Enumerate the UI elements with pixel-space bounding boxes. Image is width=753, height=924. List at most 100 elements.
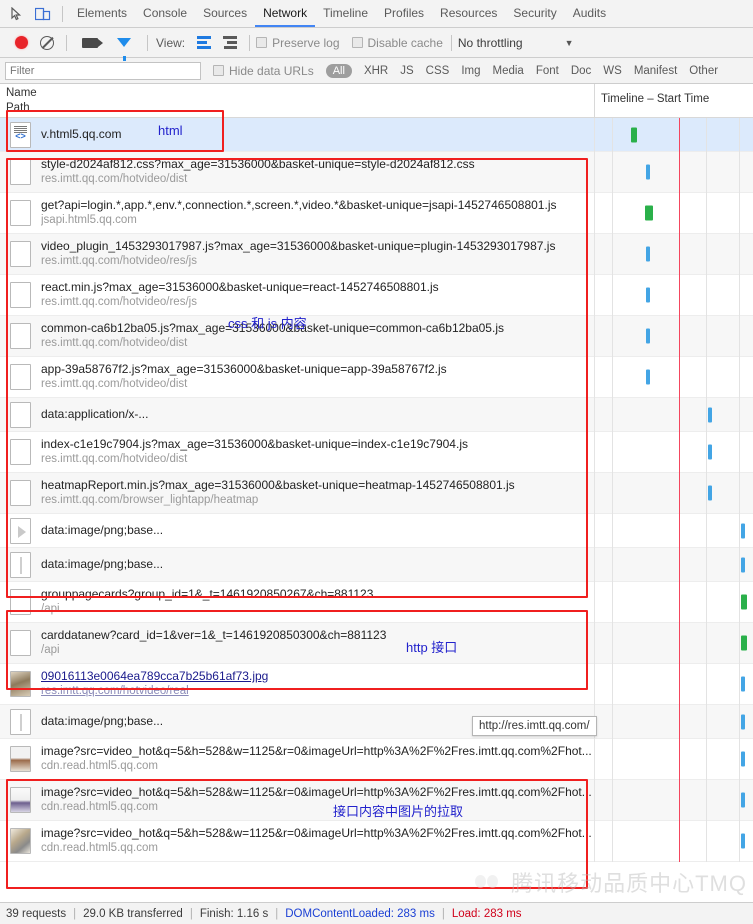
tab-security[interactable]: Security <box>505 0 564 27</box>
record-button-icon[interactable] <box>8 31 34 55</box>
table-row[interactable]: style-d2024af812.css?max_age=31536000&ba… <box>0 151 753 193</box>
request-name[interactable]: data:image/png;base... <box>41 557 594 572</box>
status-divider: | <box>189 907 193 920</box>
table-row[interactable]: image?src=video_hot&q=5&h=528&w=1125&r=0… <box>0 820 753 862</box>
toolbar-divider-3 <box>249 34 251 51</box>
request-name[interactable]: data:application/x-... <box>41 407 594 422</box>
request-name[interactable]: heatmapReport.min.js?max_age=31536000&ba… <box>41 478 594 493</box>
request-name[interactable]: video_plugin_1453293017987.js?max_age=31… <box>41 239 594 254</box>
request-name[interactable]: get?api=login.*,app.*,env.*,connection.*… <box>41 198 594 213</box>
camera-icon[interactable] <box>77 31 103 55</box>
table-row[interactable]: get?api=login.*,app.*,env.*,connection.*… <box>0 192 753 234</box>
request-name-cell[interactable]: v.html5.qq.com <box>0 117 595 152</box>
timeline-bar <box>646 246 650 262</box>
request-name-cell[interactable]: style-d2024af812.css?max_age=31536000&ba… <box>0 151 595 193</box>
request-name[interactable]: index-c1e19c7904.js?max_age=31536000&bas… <box>41 437 594 452</box>
request-name-cell[interactable]: app-39a58767f2.js?max_age=31536000&baske… <box>0 356 595 398</box>
request-name[interactable]: image?src=video_hot&q=5&h=528&w=1125&r=0… <box>41 826 594 841</box>
request-name-cell[interactable]: get?api=login.*,app.*,env.*,connection.*… <box>0 192 595 234</box>
request-name-cell[interactable]: image?src=video_hot&q=5&h=528&w=1125&r=0… <box>0 738 595 780</box>
request-name[interactable]: v.html5.qq.com <box>41 127 594 142</box>
request-name[interactable]: image?src=video_hot&q=5&h=528&w=1125&r=0… <box>41 744 594 759</box>
filter-type-manifest[interactable]: Manifest <box>628 65 683 77</box>
filter-type-other[interactable]: Other <box>683 65 724 77</box>
device-toolbar-icon[interactable] <box>30 2 56 26</box>
request-name-cell[interactable]: grouppagecards?group_id=1&_t=14619208502… <box>0 581 595 623</box>
filter-type-doc[interactable]: Doc <box>565 65 597 77</box>
request-name[interactable]: carddatanew?card_id=1&ver=1&_t=146192085… <box>41 628 594 643</box>
request-name-cell[interactable]: carddatanew?card_id=1&ver=1&_t=146192085… <box>0 622 595 664</box>
request-name-cell[interactable]: image?src=video_hot&q=5&h=528&w=1125&r=0… <box>0 820 595 862</box>
request-name[interactable]: image?src=video_hot&q=5&h=528&w=1125&r=0… <box>41 785 594 800</box>
request-name-cell[interactable]: 09016113e0064ea789cca7b25b61af73.jpg res.… <box>0 663 595 705</box>
search-input[interactable] <box>5 61 201 80</box>
table-row[interactable]: video_plugin_1453293017987.js?max_age=31… <box>0 233 753 275</box>
tab-timeline[interactable]: Timeline <box>315 0 376 27</box>
inspect-cursor-icon[interactable] <box>4 2 30 26</box>
filter-type-img[interactable]: Img <box>455 65 486 77</box>
table-row[interactable]: grouppagecards?group_id=1&_t=14619208502… <box>0 581 753 623</box>
tab-audits[interactable]: Audits <box>565 0 614 27</box>
request-name[interactable]: common-ca6b12ba05.js?max_age=31536000&ba… <box>41 321 594 336</box>
request-name-cell[interactable]: data:image/png;base... <box>0 513 595 548</box>
table-row[interactable]: v.html5.qq.com <box>0 117 753 152</box>
list-view-icon[interactable] <box>191 31 217 55</box>
disable-cache-checkbox[interactable]: Disable cache <box>351 36 443 50</box>
request-path: cdn.read.html5.qq.com <box>41 801 158 813</box>
request-name[interactable]: style-d2024af812.css?max_age=31536000&ba… <box>41 157 594 172</box>
column-header-name[interactable]: Name Path <box>0 84 595 117</box>
table-row[interactable]: data:image/png;base... <box>0 513 753 548</box>
filter-type-css[interactable]: CSS <box>420 65 456 77</box>
chevron-down-icon[interactable]: ▼ <box>565 38 574 48</box>
clear-icon[interactable] <box>34 31 60 55</box>
tab-console[interactable]: Console <box>135 0 195 27</box>
request-name[interactable]: data:image/png;base... <box>41 523 594 538</box>
request-name-cell[interactable]: heatmapReport.min.js?max_age=31536000&ba… <box>0 472 595 514</box>
request-name-cell[interactable]: data:image/png;base... <box>0 547 595 582</box>
filter-type-js[interactable]: JS <box>394 65 419 77</box>
funnel-icon[interactable] <box>111 31 137 61</box>
status-transferred: 29.0 KB transferred <box>83 907 183 920</box>
throttling-select[interactable]: No throttling <box>458 36 523 50</box>
url-tooltip: http://res.imtt.qq.com/ <box>472 716 597 736</box>
request-name[interactable]: grouppagecards?group_id=1&_t=14619208502… <box>41 587 594 602</box>
filter-type-ws[interactable]: WS <box>597 65 628 77</box>
request-name-cell[interactable]: data:application/x-... <box>0 397 595 432</box>
hide-data-urls-checkbox[interactable]: Hide data URLs <box>213 64 314 78</box>
table-row[interactable]: 09016113e0064ea789cca7b25b61af73.jpg res.… <box>0 663 753 705</box>
request-name[interactable]: react.min.js?max_age=31536000&basket-uni… <box>41 280 594 295</box>
table-row[interactable]: data:image/png;base... <box>0 547 753 582</box>
filter-type-media[interactable]: Media <box>486 65 529 77</box>
table-row[interactable]: image?src=video_hot&q=5&h=528&w=1125&r=0… <box>0 738 753 780</box>
request-name-cell[interactable]: common-ca6b12ba05.js?max_age=31536000&ba… <box>0 315 595 357</box>
request-name-cell[interactable]: react.min.js?max_age=31536000&basket-uni… <box>0 274 595 316</box>
filter-type-font[interactable]: Font <box>530 65 565 77</box>
table-row[interactable]: data:application/x-... <box>0 397 753 432</box>
table-row[interactable]: data:image/png;base... <box>0 704 753 739</box>
table-row[interactable]: heatmapReport.min.js?max_age=31536000&ba… <box>0 472 753 514</box>
table-row[interactable]: app-39a58767f2.js?max_age=31536000&baske… <box>0 356 753 398</box>
tab-profiles[interactable]: Profiles <box>376 0 432 27</box>
timeline-bar <box>646 369 650 385</box>
tab-network[interactable]: Network <box>255 0 316 27</box>
filter-type-all[interactable]: All <box>325 63 352 78</box>
request-path: res.imtt.qq.com/hotvideo/res/js <box>41 255 197 267</box>
filter-type-xhr[interactable]: XHR <box>358 65 394 77</box>
tab-resources[interactable]: Resources <box>432 0 505 27</box>
tab-sources[interactable]: Sources <box>195 0 255 27</box>
request-name-cell[interactable]: image?src=video_hot&q=5&h=528&w=1125&r=0… <box>0 779 595 821</box>
column-header-timeline[interactable]: Timeline – Start Time <box>595 84 753 117</box>
request-name-cell[interactable]: video_plugin_1453293017987.js?max_age=31… <box>0 233 595 275</box>
request-name[interactable]: app-39a58767f2.js?max_age=31536000&baske… <box>41 362 594 377</box>
waterfall-view-icon[interactable] <box>217 31 243 55</box>
table-row[interactable]: common-ca6b12ba05.js?max_age=31536000&ba… <box>0 315 753 357</box>
preserve-log-checkbox[interactable]: Preserve log <box>256 36 340 50</box>
tab-elements[interactable]: Elements <box>69 0 135 27</box>
table-row[interactable]: carddatanew?card_id=1&ver=1&_t=146192085… <box>0 622 753 664</box>
table-row[interactable]: image?src=video_hot&q=5&h=528&w=1125&r=0… <box>0 779 753 821</box>
timeline-bar <box>741 751 745 767</box>
request-name[interactable]: 09016113e0064ea789cca7b25b61af73.jpg <box>41 669 594 684</box>
request-name-cell[interactable]: index-c1e19c7904.js?max_age=31536000&bas… <box>0 431 595 473</box>
table-row[interactable]: react.min.js?max_age=31536000&basket-uni… <box>0 274 753 316</box>
table-row[interactable]: index-c1e19c7904.js?max_age=31536000&bas… <box>0 431 753 473</box>
